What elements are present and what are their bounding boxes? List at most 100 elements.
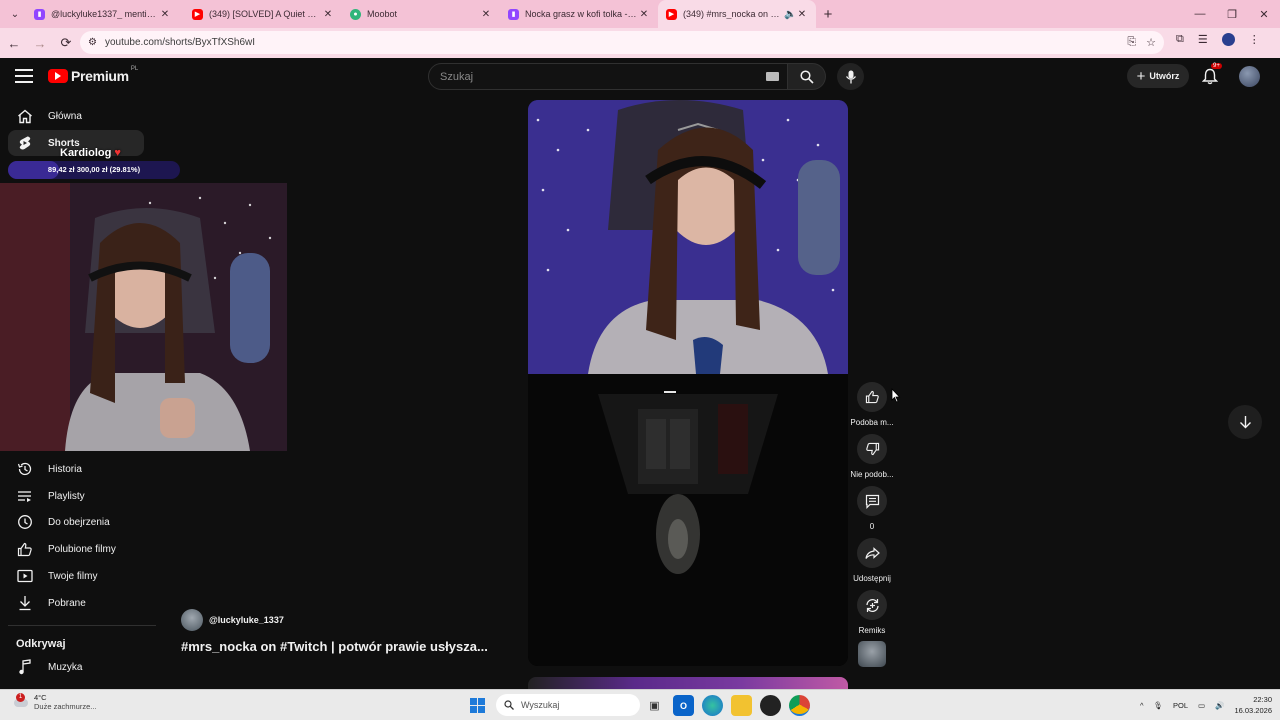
like-action[interactable]: Podoba m... <box>850 382 894 427</box>
back-button[interactable]: ← <box>2 31 26 55</box>
channel-name[interactable]: @luckyluke_1337 <box>209 615 284 625</box>
remix-action[interactable]: Remiks <box>850 590 894 635</box>
share-action[interactable]: Udostępnij <box>850 538 894 583</box>
menu-hamburger-icon[interactable] <box>15 69 33 83</box>
sidebar-item-downloads[interactable]: Pobrane <box>8 590 144 616</box>
short-channel[interactable]: @luckyluke_1337 <box>181 609 284 631</box>
taskbar-clock[interactable]: 22:30 16.03.2026 <box>1234 694 1272 716</box>
restore-icon[interactable]: ❐ <box>1216 0 1248 28</box>
address-url[interactable]: youtube.com/shorts/ByxTfXSh6wI <box>105 37 255 48</box>
browser-tab-1[interactable]: ▮ @luckyluke1337_ mentione ✕ <box>26 0 184 28</box>
tab-title: Moobot <box>367 9 398 19</box>
new-tab-button[interactable]: + <box>816 6 840 23</box>
thumbs-down-icon <box>865 442 879 456</box>
tab-close-icon[interactable]: ✕ <box>638 9 650 20</box>
sidebar-item-liked-videos[interactable]: Polubione filmy <box>8 536 144 562</box>
start-area <box>467 695 488 716</box>
tab-audio-icon[interactable]: 🔈 <box>784 9 796 20</box>
extensions-puzzle-icon[interactable]: ⧉ <box>1176 33 1184 46</box>
browser-tab-2[interactable]: ▶ (349) [SOLVED] A Quiet Place: T ✕ <box>184 0 342 28</box>
sidebar-item-watch-later[interactable]: Do obejrzenia <box>8 509 144 535</box>
watch-later-icon <box>16 513 34 531</box>
tab-close-icon[interactable]: ✕ <box>322 9 334 20</box>
file-explorer-icon[interactable] <box>731 695 752 716</box>
next-short-preview[interactable] <box>528 677 848 689</box>
tab-close-icon[interactable]: ✕ <box>796 9 808 20</box>
sidebar-item-label: Polubione filmy <box>48 543 116 555</box>
sidebar-item-history[interactable]: Historia <box>8 456 144 482</box>
browser-tab-3[interactable]: ● Moobot ✕ <box>342 0 500 28</box>
tab-close-icon[interactable]: ✕ <box>480 9 492 20</box>
comments-action[interactable]: 0 <box>850 486 894 531</box>
sidebar-item-playlists[interactable]: Playlisty <box>8 483 144 509</box>
clock-date: 16.03.2026 <box>1234 706 1272 715</box>
sidebar-item-home[interactable]: Główna <box>8 103 144 129</box>
search-input[interactable]: Szukaj <box>428 63 788 90</box>
window-controls: — ❐ ✕ <box>1184 0 1280 28</box>
account-avatar[interactable] <box>1239 66 1260 87</box>
dislike-button[interactable] <box>857 434 887 464</box>
short-gameplay-panel <box>528 374 848 666</box>
next-short-button[interactable] <box>1228 405 1262 439</box>
weather-widget[interactable]: 1 4°C Duże zachmurze... <box>14 693 97 711</box>
windows-start-icon[interactable] <box>467 695 488 716</box>
obs-icon[interactable] <box>760 695 781 716</box>
sidebar-item-music[interactable]: Muzyka <box>8 654 144 680</box>
sidebar-item-your-videos[interactable]: Twoje filmy <box>8 563 144 589</box>
edge-icon[interactable] <box>702 695 723 716</box>
pinned-apps: ▣ O <box>644 695 810 716</box>
taskbar-search-input[interactable]: Wyszukaj <box>496 694 640 716</box>
create-button[interactable]: + Utwórz <box>1127 64 1189 88</box>
share-button[interactable] <box>857 538 887 568</box>
shorts-video-player[interactable] <box>528 100 848 666</box>
reload-button[interactable]: ⟳ <box>54 31 78 55</box>
bell-icon <box>1201 68 1219 85</box>
logo-text: Premium <box>71 68 129 84</box>
tab-search-chevron-icon[interactable]: ⌄ <box>4 4 26 24</box>
notifications-button[interactable]: 9+ <box>1201 63 1222 86</box>
moobot-icon: ● <box>350 8 361 20</box>
browser-menu-icon[interactable]: ⋮ <box>1249 33 1260 46</box>
bookmark-star-icon[interactable]: ☆ <box>1146 36 1156 49</box>
share-label: Udostępnij <box>853 574 891 583</box>
video-icon <box>16 567 34 585</box>
browser-tab-5-active[interactable]: ▶ (349) #mrs_nocka on #Twitc 🔈 ✕ <box>658 0 816 28</box>
site-info-icon[interactable]: ⚙ <box>88 37 97 48</box>
outlook-icon[interactable]: O <box>673 695 694 716</box>
audio-track-thumbnail[interactable] <box>858 641 886 667</box>
chrome-icon[interactable] <box>789 695 810 716</box>
sidebar-item-label: Pobrane <box>48 597 86 609</box>
forward-button[interactable]: → <box>28 31 52 55</box>
task-view-icon[interactable]: ▣ <box>644 695 665 716</box>
youtube-premium-logo[interactable]: Premium PL <box>48 66 138 84</box>
network-icon[interactable]: ▭ <box>1198 701 1205 710</box>
keyboard-icon[interactable] <box>766 72 779 81</box>
voice-search-button[interactable] <box>837 63 864 90</box>
volume-icon[interactable]: 🔊 <box>1215 701 1224 710</box>
close-window-icon[interactable]: ✕ <box>1248 0 1280 28</box>
like-button[interactable] <box>857 382 887 412</box>
install-app-icon[interactable]: ⎘ <box>1127 36 1136 49</box>
short-title[interactable]: #mrs_nocka on #Twitch | potwór prawie us… <box>181 639 488 654</box>
tab-close-icon[interactable]: ✕ <box>159 9 171 20</box>
channel-avatar[interactable] <box>181 609 203 631</box>
input-language[interactable]: POL <box>1173 701 1188 710</box>
youtube-icon: ▶ <box>192 8 203 20</box>
address-bar[interactable]: ⚙ youtube.com/shorts/ByxTfXSh6wI ⎘ ☆ <box>80 31 1164 54</box>
thumbs-up-icon <box>865 390 879 404</box>
youtube-header: Premium PL Szukaj + Utwórz 9+ <box>0 58 1280 96</box>
extensions-area: ⧉ ☰ ⋮ <box>1176 33 1260 46</box>
history-icon <box>16 460 34 478</box>
arrow-down-icon <box>1239 416 1251 429</box>
remix-button[interactable] <box>857 590 887 620</box>
tray-overflow-icon[interactable]: ^ <box>1140 701 1144 710</box>
minimize-icon[interactable]: — <box>1184 0 1216 28</box>
comments-button[interactable] <box>857 486 887 516</box>
reading-list-icon[interactable]: ☰ <box>1198 33 1208 46</box>
dislike-action[interactable]: Nie podob... <box>850 434 894 479</box>
profile-icon[interactable] <box>1221 33 1235 46</box>
tray-microphone-icon[interactable]: 🎙 <box>1153 701 1163 710</box>
browser-tab-4[interactable]: ▮ Nocka grasz w kofi tolka - Twit ✕ <box>500 0 658 28</box>
search-button[interactable] <box>788 63 826 90</box>
streamer-webcam-video <box>0 183 287 451</box>
